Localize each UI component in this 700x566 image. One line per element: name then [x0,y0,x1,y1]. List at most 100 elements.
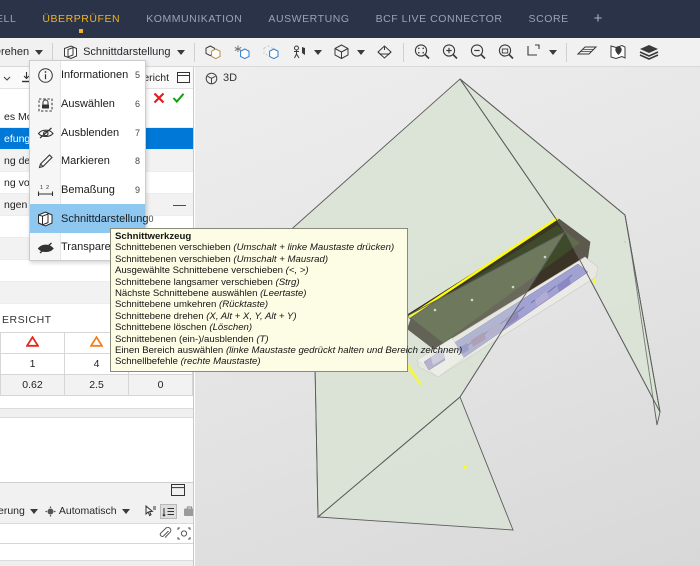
tooltip-line-text: Nächste Schnittebene auswählen [115,288,261,300]
tooltip-line: Ausgewählte Schnittebene verschieben (<,… [115,265,403,276]
red-x-icon[interactable] [153,92,165,104]
menu-item-ausblenden[interactable]: Ausblenden 7 [30,118,145,147]
cell-ratio-yellow: 0 [128,374,193,396]
walk-mode-button[interactable] [286,40,327,64]
chevron-down-icon[interactable] [29,508,38,514]
lower-white-row [0,544,193,560]
snapshot-icon[interactable] [177,527,191,540]
chevron-down-icon[interactable] [121,508,130,514]
wireframe-cube-icon [375,43,394,61]
zoom-in-button[interactable] [436,40,464,64]
menu-item-shortcut: 6 [134,99,140,110]
lower-panel-icon-row [0,483,193,499]
tooltip-line-text: Schnittebene umkehren [115,299,219,311]
menu-item-auswaehlen[interactable]: Auswählen 6 [30,90,145,119]
add-tab-button[interactable]: + [582,0,615,38]
cell-ratio-red: 0.62 [0,374,65,396]
clip-tool-button[interactable] [520,40,562,64]
section-tool-tooltip: Schnittwerkzeug Schnittebenen verschiebe… [110,228,462,372]
tooltip-line: Schnittebene umkehren (Rücktaste) [115,299,403,310]
panel-icon[interactable] [177,72,190,83]
chevron-down-icon[interactable] [313,49,322,55]
chevron-down-small-icon[interactable] [2,73,12,83]
panel-empty-area [0,418,193,478]
wireframe-button[interactable] [370,40,399,64]
sorted-list-icon[interactable] [159,503,177,519]
cell-count-red: 1 [0,353,65,375]
header-cell-red [0,332,65,354]
svg-text:1: 1 [40,185,43,191]
orange-triangle-icon [89,335,104,350]
sort-label: erung [0,505,25,517]
tooltip-line: Schnittebenen verschieben (Umschalt + Ma… [115,254,403,265]
cell-ratio-orange: 2.5 [64,374,129,396]
zoom-extents-button[interactable] [408,40,436,64]
sheets-icon [576,43,598,61]
tooltip-line-text: Ausgewählte Schnittebene verschieben [115,265,286,277]
sheets-button[interactable] [571,40,603,64]
snowflake-cube-icon [233,44,252,61]
chevron-down-icon[interactable] [35,49,44,55]
section-cube-icon [30,210,61,228]
menu-item-bemassung[interactable]: 1 2 Bemaßung 9 [30,176,145,205]
toolbar-divider [52,42,54,62]
zoom-extents-icon [413,43,431,61]
freeze-model-button[interactable] [228,40,257,64]
tooltip-line-hint: (Strg) [275,276,300,288]
zoom-out-button[interactable] [464,40,492,64]
tooltip-line-hint: (Umschalt + linke Maustaste drücken) [233,242,395,254]
left-panel-lower: erung Automatisch [0,470,193,566]
tooltip-line-text: Schnittebene drehen [115,310,207,322]
chevron-down-icon[interactable] [548,49,557,55]
paperclip-icon[interactable] [159,526,172,540]
tab-ueberpruefen[interactable]: ÜBERPRÜFEN [29,0,133,38]
chevron-down-icon[interactable] [356,49,365,55]
ghost-model-button[interactable] [257,40,286,64]
toolbar-divider [565,42,567,62]
menu-item-shortcut: 7 [134,127,140,138]
chevron-down-icon[interactable] [176,49,185,55]
map-pin-button[interactable] [603,40,633,64]
menu-item-shortcut: 5 [134,70,140,81]
menu-item-markieren[interactable]: Markieren 8 [30,147,145,176]
layers-button[interactable] [633,40,665,64]
model-colors-button[interactable] [199,40,228,64]
panel-layout-icon[interactable] [171,484,185,496]
menu-item-informationen[interactable]: Informationen 5 [30,61,145,90]
dimension-icon: 1 2 [30,182,61,199]
briefcase-icon[interactable] [183,505,193,517]
tab-kommunikation[interactable]: KOMMUNIKATION [133,0,255,38]
tooltip-line-hint: (Leertaste) [260,288,307,300]
lower-toolbar: erung Automatisch [0,499,193,524]
zoom-window-icon [497,43,515,61]
lower-top-strip [0,470,193,483]
tooltip-line-text: Schnittebene löschen [115,322,210,334]
table-row: 0.62 2.5 0 [0,374,193,396]
green-check-icon[interactable] [172,92,185,104]
tab-auswertung[interactable]: AUSWERTUNG [255,0,362,38]
tooltip-line-text: Schnittebene langsamer verschieben [115,276,276,288]
tooltip-line-hint: (Umschalt + Mausrad) [233,253,329,265]
tooltip-line: Schnittebene drehen (X, Alt + X, Y, Alt … [115,311,403,322]
tooltip-line-hint: (X, Alt + X, Y, Alt + Y) [206,310,297,322]
tab-bcf-live-connector[interactable]: BCF LIVE CONNECTOR [363,0,516,38]
auto-label: Automatisch [58,505,117,517]
layers-icon [638,43,660,61]
tooltip-line-text: Einen Bereich auswählen [115,345,226,357]
collapse-icon[interactable]: — [173,194,186,216]
menu-item-shortcut: 8 [134,156,140,167]
status-bar [0,560,193,566]
view-cube-button[interactable] [327,40,370,64]
menu-item-shortcut: 9 [134,185,140,196]
tab-modell[interactable]: ELL [0,0,29,38]
walk-mode-icon [291,44,308,61]
tab-score[interactable]: SCORE [516,0,582,38]
pointer-list-icon[interactable] [144,504,157,518]
select-box-icon [30,96,61,113]
zoom-window-button[interactable] [492,40,520,64]
svg-text:2: 2 [46,185,49,191]
auto-gear-icon [45,506,56,517]
section-view-label: Schnittdarstellung [83,46,171,58]
transparent-eye-icon [30,239,61,256]
tooltip-line: Schnittebene langsamer verschieben (Strg… [115,277,403,288]
